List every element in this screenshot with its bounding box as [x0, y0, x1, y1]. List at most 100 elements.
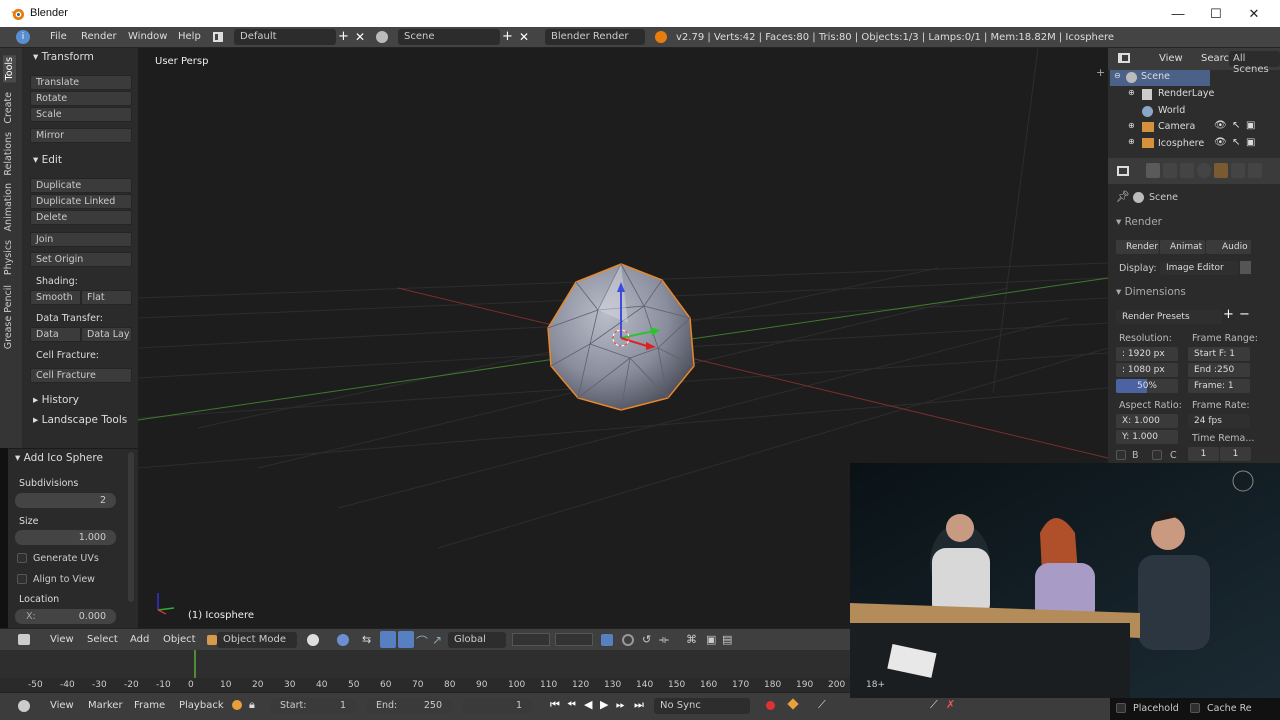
- render-presets-select[interactable]: Render Presets: [1116, 310, 1222, 324]
- proportional-edit-icon[interactable]: [622, 634, 634, 646]
- jump-keyframe-back-icon[interactable]: ⏪︎: [567, 698, 576, 712]
- maximize-button[interactable]: ☐: [1196, 0, 1236, 27]
- expand-icon[interactable]: ⊕: [1128, 137, 1135, 146]
- timeline-area[interactable]: -50 -40 -30 -20 -10 0 10 20 30 40 50 60 70 80 90 100 110…: [0, 650, 850, 692]
- edit-panel-header[interactable]: ▾ Edit: [33, 154, 62, 166]
- rotate-manipulator-icon[interactable]: [398, 631, 414, 648]
- current-frame-field[interactable]: 1: [462, 698, 532, 714]
- add-scene-icon[interactable]: +: [502, 29, 513, 44]
- frame-start-field[interactable]: Start F: 1: [1188, 347, 1250, 361]
- rotate-button[interactable]: Rotate: [30, 91, 132, 106]
- scene-tab-icon[interactable]: [1180, 163, 1194, 178]
- timeline-track[interactable]: [0, 650, 850, 678]
- aspect-x-field[interactable]: X: 1.000: [1116, 414, 1178, 428]
- select-cursor-icon[interactable]: ↖: [1232, 137, 1240, 148]
- mirror-button[interactable]: Mirror: [30, 128, 132, 143]
- orientation-select[interactable]: Global: [448, 632, 506, 648]
- delete-scene-icon[interactable]: ✕: [519, 30, 529, 44]
- resolution-x-field[interactable]: : 1920 px: [1116, 347, 1178, 361]
- minimize-button[interactable]: —: [1158, 0, 1198, 27]
- menu-window[interactable]: Window: [128, 31, 167, 42]
- snap-icon[interactable]: ↗: [432, 633, 442, 647]
- play-reverse-icon[interactable]: ◀: [584, 698, 592, 711]
- resolution-percentage-slider[interactable]: 50%: [1116, 379, 1178, 393]
- time-remap-old-field[interactable]: 1: [1188, 447, 1219, 461]
- generate-uvs-checkbox[interactable]: [17, 553, 27, 563]
- subdivisions-field[interactable]: 2: [15, 493, 116, 508]
- tab-relations[interactable]: Relations: [3, 132, 14, 176]
- screen-layout-select[interactable]: Default: [234, 29, 336, 45]
- aspect-y-field[interactable]: Y: 1.000: [1116, 430, 1178, 444]
- timeline-menu-frame[interactable]: Frame: [134, 700, 165, 711]
- timeline-menu-marker[interactable]: Marker: [88, 700, 123, 711]
- tab-tools[interactable]: Tools: [3, 55, 16, 83]
- outliner-item-scene[interactable]: ⊖ Scene: [1110, 70, 1210, 86]
- transform-panel-header[interactable]: ▾ Transform: [33, 51, 94, 63]
- outliner-item-camera[interactable]: ⊕ Camera 👁︎ ↖ ▣: [1126, 120, 1266, 136]
- render-only-icon[interactable]: ⌘: [686, 633, 697, 646]
- operator-header[interactable]: ▾ Add Ico Sphere: [15, 452, 103, 464]
- display-lock-icon[interactable]: [1240, 261, 1251, 274]
- translate-button[interactable]: Translate: [30, 75, 132, 90]
- layers-grid-b[interactable]: [555, 633, 593, 646]
- add-preset-icon[interactable]: +: [1223, 307, 1234, 322]
- timeline-menu-view[interactable]: View: [50, 700, 74, 711]
- pin-icon[interactable]: 📌︎: [1116, 190, 1130, 203]
- display-select[interactable]: Image Editor: [1160, 261, 1238, 275]
- set-origin-button[interactable]: Set Origin: [30, 252, 132, 267]
- layers-grid-a[interactable]: [512, 633, 550, 646]
- current-frame-line[interactable]: [194, 650, 196, 678]
- close-button[interactable]: ✕: [1234, 0, 1274, 27]
- tab-animation[interactable]: Animation: [3, 183, 14, 231]
- remove-preset-icon[interactable]: −: [1239, 307, 1250, 322]
- render-layers-tab-icon[interactable]: [1163, 163, 1177, 178]
- jump-start-icon[interactable]: ⏮︎: [550, 698, 560, 712]
- lock-layers-icon[interactable]: [601, 634, 613, 646]
- outliner-item-renderlayers[interactable]: ⊕ RenderLaye: [1126, 87, 1226, 103]
- delete-button[interactable]: Delete: [30, 210, 132, 225]
- dimensions-panel-header[interactable]: ▾ Dimensions: [1116, 286, 1186, 298]
- snap-target-icon[interactable]: ⟛: [659, 633, 669, 647]
- menu-object[interactable]: Object: [163, 634, 196, 645]
- frame-step-field[interactable]: Frame: 1: [1188, 379, 1250, 393]
- menu-view[interactable]: View: [50, 634, 74, 645]
- play-icon[interactable]: ▶: [600, 698, 608, 711]
- jump-keyframe-forward-icon[interactable]: ⏩︎: [616, 698, 625, 712]
- render-tab-icon[interactable]: [1146, 163, 1160, 178]
- sync-mode-select[interactable]: No Sync: [654, 698, 750, 714]
- menu-file[interactable]: File: [50, 31, 67, 42]
- expand-icon[interactable]: ⊕: [1128, 121, 1135, 130]
- tab-grease-pencil[interactable]: Grease Pencil: [3, 285, 14, 349]
- cell-fracture-button[interactable]: Cell Fracture: [30, 368, 132, 383]
- render-audio-button[interactable]: Audio: [1206, 240, 1251, 254]
- menu-help[interactable]: Help: [178, 31, 201, 42]
- editor-type-icon[interactable]: [18, 634, 30, 645]
- expand-icon[interactable]: ⊖: [1114, 71, 1121, 80]
- constraints-tab-icon[interactable]: [1231, 163, 1245, 178]
- scale-button[interactable]: Scale: [30, 107, 132, 122]
- render-engine-select[interactable]: Blender Render: [545, 29, 645, 45]
- pivot-point-icon[interactable]: [337, 634, 349, 646]
- modifiers-tab-icon[interactable]: [1248, 163, 1262, 178]
- screen-layout-icon[interactable]: [213, 32, 223, 42]
- frame-rate-select[interactable]: 24 fps: [1188, 414, 1250, 428]
- keying-set-icon[interactable]: [787, 698, 799, 710]
- viewport-expand-icon[interactable]: +: [1096, 66, 1105, 79]
- delete-layout-icon[interactable]: ✕: [355, 30, 365, 44]
- properties-editor-icon[interactable]: [1117, 166, 1129, 176]
- flat-button[interactable]: Flat: [81, 290, 132, 305]
- jump-end-icon[interactable]: ⏭︎: [634, 698, 644, 712]
- duplicate-button[interactable]: Duplicate: [30, 178, 132, 193]
- frame-end-field[interactable]: End :250: [1188, 363, 1250, 377]
- crop-checkbox[interactable]: [1152, 450, 1162, 460]
- edit-tool-icon[interactable]: ⟋: [930, 698, 938, 712]
- timeline-menu-playback[interactable]: Playback: [179, 700, 224, 711]
- record-icon[interactable]: [766, 701, 775, 710]
- visibility-eye-icon[interactable]: 👁︎: [1214, 120, 1227, 131]
- tab-physics[interactable]: Physics: [3, 240, 14, 275]
- data-layers-button[interactable]: Data Lay: [81, 327, 132, 342]
- render-button[interactable]: Render: [1116, 240, 1159, 254]
- info-editor-icon[interactable]: i: [16, 30, 30, 44]
- render-panel-header[interactable]: ▾ Render: [1116, 216, 1162, 228]
- align-to-view-checkbox[interactable]: [17, 574, 27, 584]
